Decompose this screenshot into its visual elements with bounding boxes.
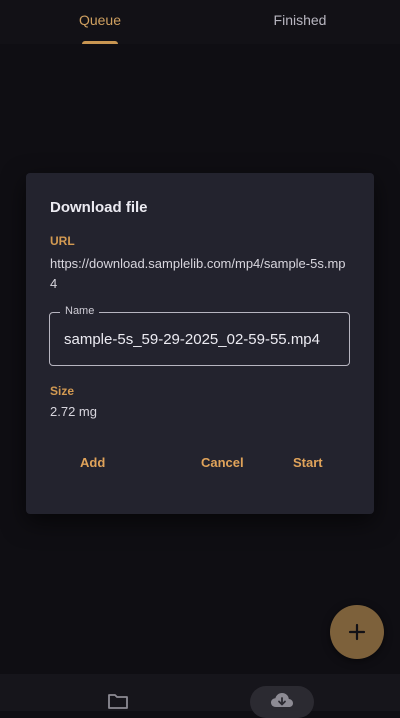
top-tab-bar: Queue Finished [0, 0, 400, 44]
cloud-download-icon [271, 693, 293, 707]
name-field[interactable]: Name [49, 305, 350, 366]
tab-queue[interactable]: Queue [0, 0, 200, 44]
name-input[interactable] [64, 328, 336, 350]
url-label: URL [50, 234, 75, 248]
plus-icon [348, 623, 366, 641]
download-file-dialog: Download file URL https://download.sampl… [26, 173, 374, 514]
url-value: https://download.samplelib.com/mp4/sampl… [50, 256, 346, 291]
dialog-title: Download file [50, 199, 148, 216]
add-download-fab[interactable] [330, 605, 384, 659]
name-field-label: Name [60, 305, 100, 317]
folder-icon [108, 694, 128, 709]
size-value: 2.72 mg [50, 404, 97, 419]
bottom-navigation [0, 674, 400, 718]
cancel-button[interactable]: Cancel [201, 455, 244, 470]
nav-item-files[interactable] [86, 686, 150, 718]
tab-finished-label: Finished [273, 12, 327, 28]
tab-finished[interactable]: Finished [200, 0, 400, 44]
size-label: Size [50, 384, 75, 398]
start-button[interactable]: Start [293, 455, 323, 470]
add-button[interactable]: Add [80, 455, 105, 470]
nav-item-downloads[interactable] [250, 686, 314, 718]
tab-queue-label: Queue [78, 12, 122, 28]
